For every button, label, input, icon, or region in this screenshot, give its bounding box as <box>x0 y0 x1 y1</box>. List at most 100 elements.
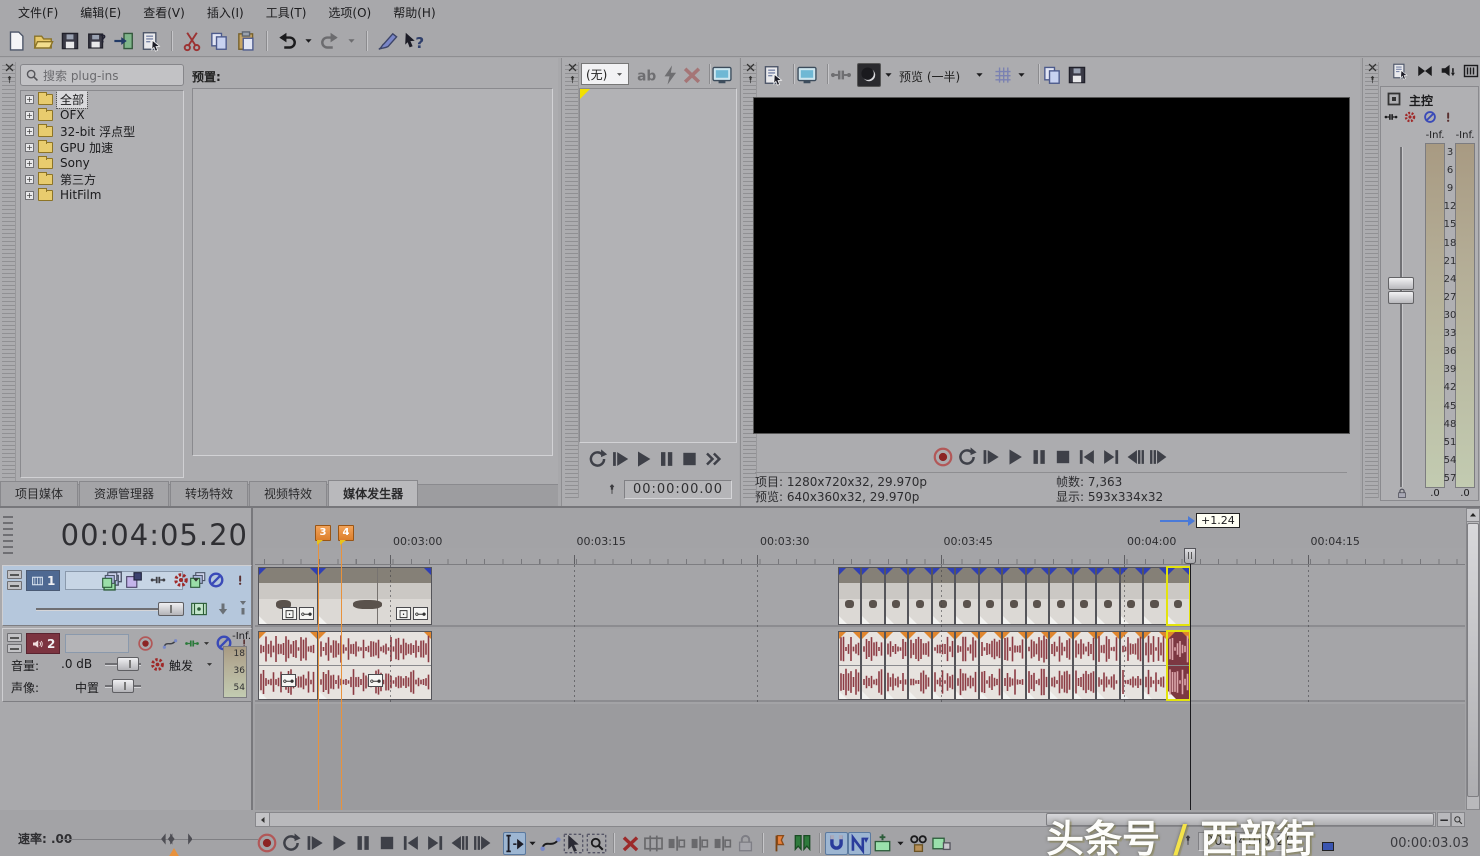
audio-event[interactable] <box>1120 631 1143 700</box>
minimize-track-icon[interactable] <box>7 570 22 579</box>
scroll-left-button[interactable] <box>256 813 270 826</box>
pin-icon[interactable] <box>1368 75 1377 84</box>
splitl-icon[interactable] <box>688 832 711 855</box>
track-level-slider[interactable] <box>36 608 178 611</box>
expand-icon[interactable]: + <box>25 127 34 136</box>
video-track-header[interactable]: 1 <box>2 565 252 626</box>
video-track-lane[interactable]: ⊡⊶⊡⊶ <box>255 565 1465 627</box>
audio-event[interactable] <box>979 631 1002 700</box>
pan-knob[interactable] <box>112 679 134 693</box>
meter-clip-right[interactable]: -Inf. <box>1451 130 1479 141</box>
close-icon[interactable] <box>567 62 578 73</box>
audio-track-lane[interactable]: ⊶ ⊶ <box>255 629 1465 702</box>
dropdown-icon[interactable] <box>302 29 315 53</box>
tree-label[interactable]: GPU 加速 <box>57 139 116 156</box>
tree-item[interactable]: +Sony <box>21 155 183 171</box>
rate-pointer[interactable] <box>168 848 180 856</box>
make-child-icon[interactable] <box>215 601 231 617</box>
rate-scrub-handle[interactable] <box>146 830 192 848</box>
chevron-down-icon[interactable] <box>882 63 895 87</box>
volume-value[interactable]: .0 dB <box>61 657 92 671</box>
pause-button[interactable] <box>1027 446 1051 468</box>
automation-gear-icon[interactable] <box>1401 109 1419 125</box>
video-display[interactable] <box>753 97 1350 434</box>
play-button[interactable] <box>632 448 655 470</box>
track-fx-icon[interactable] <box>149 572 167 588</box>
current-time-display[interactable]: 00:04:05.20 <box>30 518 248 552</box>
propdoc-icon[interactable] <box>139 29 163 53</box>
stop-button[interactable] <box>375 832 399 854</box>
video-event[interactable] <box>1049 567 1072 625</box>
solo-icon[interactable] <box>234 571 246 589</box>
playhead-handle[interactable] <box>1184 548 1196 564</box>
arm-record-icon[interactable] <box>137 635 154 652</box>
tab[interactable]: 转场特效 <box>170 481 248 506</box>
menu-item[interactable]: 编辑(E) <box>70 1 131 24</box>
nextframe-button[interactable] <box>471 832 495 854</box>
pause-button[interactable] <box>351 832 375 854</box>
loop-button[interactable] <box>586 448 609 470</box>
video-event[interactable]: ⊡⊶ <box>258 567 318 625</box>
audio-event[interactable] <box>908 631 931 700</box>
master-fader[interactable] <box>1388 277 1414 304</box>
composite-mode-icon[interactable] <box>125 571 143 589</box>
selection-timecode[interactable]: 00:00:03.03 <box>1390 836 1469 851</box>
tab[interactable]: 视频特效 <box>249 481 327 506</box>
play-button[interactable] <box>1003 446 1027 468</box>
delete-preset-icon[interactable] <box>680 63 704 87</box>
tree-item[interactable]: +HitFilm <box>21 187 183 203</box>
video-event[interactable] <box>1096 567 1119 625</box>
audio-event[interactable] <box>1026 631 1049 700</box>
tree-item[interactable]: +第三方 <box>21 171 183 187</box>
audio-event[interactable] <box>861 631 884 700</box>
splitl-icon[interactable] <box>711 832 734 855</box>
save-snapshot-icon[interactable] <box>1065 63 1089 87</box>
copy-icon[interactable] <box>207 29 231 53</box>
menu-item[interactable]: 文件(F) <box>8 1 68 24</box>
tree-item[interactable]: + GPU 加速 <box>21 139 183 155</box>
preset-list-empty[interactable] <box>192 88 553 456</box>
video-event[interactable] <box>838 567 861 625</box>
audio-event[interactable]: ⊶ <box>258 631 318 700</box>
expand-icon[interactable]: + <box>25 143 34 152</box>
audio-track-header[interactable]: 2 音量: .0 dB 触发 声像: 中置 -Inf. 183654 <box>2 628 252 702</box>
deletex-icon[interactable] <box>619 832 642 855</box>
scroll-up-button[interactable] <box>1467 509 1479 522</box>
track-name-field[interactable] <box>65 634 129 653</box>
record-button[interactable] <box>931 446 955 468</box>
audio-event[interactable] <box>932 631 955 700</box>
import-icon[interactable] <box>112 29 136 53</box>
split-screen-icon[interactable] <box>829 63 853 87</box>
paste-icon[interactable] <box>234 29 258 53</box>
volume-knob[interactable] <box>117 657 139 671</box>
menu-item[interactable]: 插入(I) <box>197 1 254 24</box>
prevframe-button[interactable] <box>447 832 471 854</box>
video-event[interactable] <box>932 567 955 625</box>
expand-icon[interactable]: + <box>25 159 34 168</box>
apply-fx-icon[interactable] <box>658 63 682 87</box>
tree-label[interactable]: 全部 <box>57 91 87 108</box>
selectarrow-icon[interactable] <box>562 832 585 855</box>
gostart-button[interactable] <box>399 832 423 854</box>
track-number-box[interactable]: 1 <box>26 570 60 591</box>
loop-button[interactable] <box>279 832 303 854</box>
video-event[interactable] <box>1120 567 1143 625</box>
save-preset-icon[interactable]: ab <box>634 63 658 87</box>
playstart-button[interactable] <box>609 448 632 470</box>
open-icon[interactable] <box>31 29 55 53</box>
menu-item[interactable]: 查看(V) <box>133 1 195 24</box>
chevron-down-icon[interactable] <box>973 63 986 87</box>
cut-icon[interactable] <box>180 29 204 53</box>
inserttrack-icon[interactable] <box>871 832 894 855</box>
pan-value[interactable]: 中置 <box>75 679 99 696</box>
goend-button[interactable] <box>423 832 447 854</box>
close-icon[interactable] <box>745 62 756 73</box>
edittool-icon[interactable] <box>503 832 526 855</box>
audio-event[interactable] <box>1002 631 1025 700</box>
tree-label[interactable]: 第三方 <box>57 171 99 188</box>
zoom-out-button[interactable]: − <box>1437 812 1451 827</box>
video-event[interactable] <box>979 567 1002 625</box>
restore-track-icon[interactable] <box>7 644 22 653</box>
pin-icon[interactable] <box>5 75 14 84</box>
video-event[interactable]: ⊡⊶ <box>318 567 432 625</box>
